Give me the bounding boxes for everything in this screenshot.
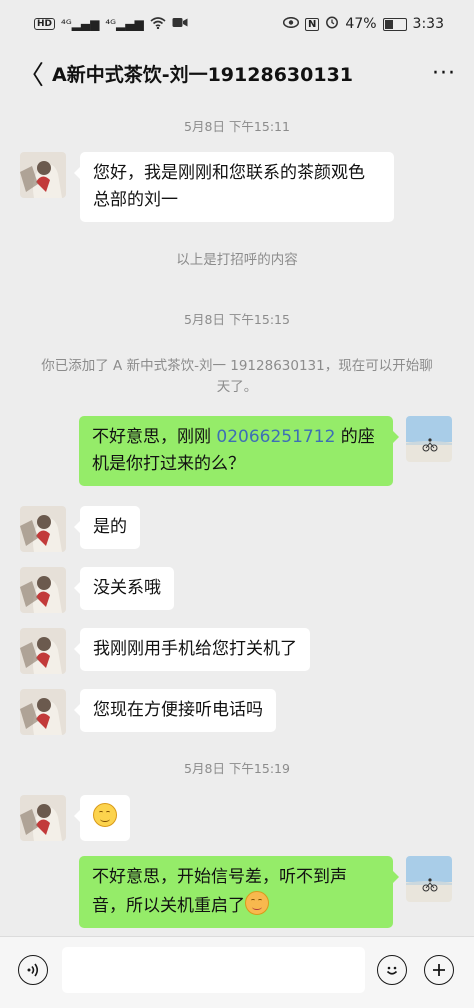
battery-icon (382, 17, 407, 31)
nfc-icon: N (305, 17, 320, 31)
chat-title: A新中式茶饮-刘一19128630131 (52, 63, 354, 86)
message-bubble-incoming[interactable]: 您好，我是刚刚和您联系的茶颜观色总部的刘一 (74, 152, 394, 222)
timestamp: 5月8日 下午15:19 (184, 761, 290, 776)
more-options-icon[interactable]: ··· (432, 61, 456, 86)
facepalm-emoji-icon (245, 891, 269, 915)
message-input[interactable] (62, 947, 365, 993)
message-bubble-incoming[interactable]: 我刚刚用手机给您打关机了 (74, 628, 310, 671)
message-bubble-incoming[interactable]: 您现在方便接听电话吗 (74, 689, 276, 732)
my-avatar[interactable] (406, 416, 452, 462)
hd-icon: HD (34, 18, 56, 30)
phone-number-link[interactable]: 02066251712 (216, 427, 335, 447)
video-icon (172, 17, 188, 31)
voice-icon[interactable] (18, 955, 48, 985)
status-right-icons: N 47% 3:33 (282, 15, 444, 33)
plus-icon[interactable] (424, 955, 454, 985)
message-bubble-incoming[interactable]: 是的 (74, 506, 140, 549)
smile-emoji-icon (93, 803, 117, 827)
message-bubble-outgoing[interactable]: 不好意思，开始信号差，听不到声音，所以关机重启了 (79, 856, 399, 928)
eye-icon (282, 16, 300, 32)
contact-avatar[interactable] (20, 567, 66, 613)
message-text: 不好意思，开始信号差，听不到声音，所以关机重启了 (92, 867, 347, 916)
timestamp: 5月8日 下午15:15 (184, 312, 290, 327)
battery-percent: 47% (345, 16, 377, 32)
contact-avatar[interactable] (20, 152, 66, 198)
status-left-icons: HD ⁴ᴳ▂▄▆ ⁴ᴳ▂▄▆ (34, 16, 188, 32)
my-avatar[interactable] (406, 856, 452, 902)
emoji-icon[interactable] (377, 955, 407, 985)
message-bubble-incoming[interactable]: 没关系哦 (74, 567, 174, 610)
message-bubble-outgoing[interactable]: 不好意思，刚刚 02066251712 的座机是你打过来的么？ (79, 416, 399, 486)
contact-avatar[interactable] (20, 689, 66, 735)
message-text: 不好意思，刚刚 (92, 427, 217, 447)
alarm-icon (325, 15, 339, 33)
signal-4g-icon-2: ⁴ᴳ▂▄▆ (105, 17, 144, 31)
contact-avatar[interactable] (20, 506, 66, 552)
status-bar: HD ⁴ᴳ▂▄▆ ⁴ᴳ▂▄▆ N 47% 3:33 (0, 0, 474, 48)
contact-avatar[interactable] (20, 795, 66, 841)
signal-4g-icon: ⁴ᴳ▂▄▆ (61, 17, 100, 31)
message-bubble-incoming[interactable] (74, 795, 130, 841)
back-icon[interactable]: 〈 (18, 55, 46, 92)
wifi-icon (150, 16, 166, 32)
chat-message-list[interactable]: 5月8日 下午15:11 您好，我是刚刚和您联系的茶颜观色总部的刘一 以上是打招… (0, 98, 474, 936)
chat-header: 〈 A新中式茶饮-刘一19128630131 ··· (0, 48, 474, 98)
message-input-bar (0, 936, 474, 1008)
timestamp: 5月8日 下午15:11 (184, 119, 290, 134)
contact-avatar[interactable] (20, 628, 66, 674)
system-notice: 以上是打招呼的内容 (176, 252, 298, 268)
clock: 3:33 (412, 16, 444, 32)
system-notice: 你已添加了 A 新中式茶饮-刘一 19128630131，现在可以开始聊天了。 (41, 358, 433, 395)
